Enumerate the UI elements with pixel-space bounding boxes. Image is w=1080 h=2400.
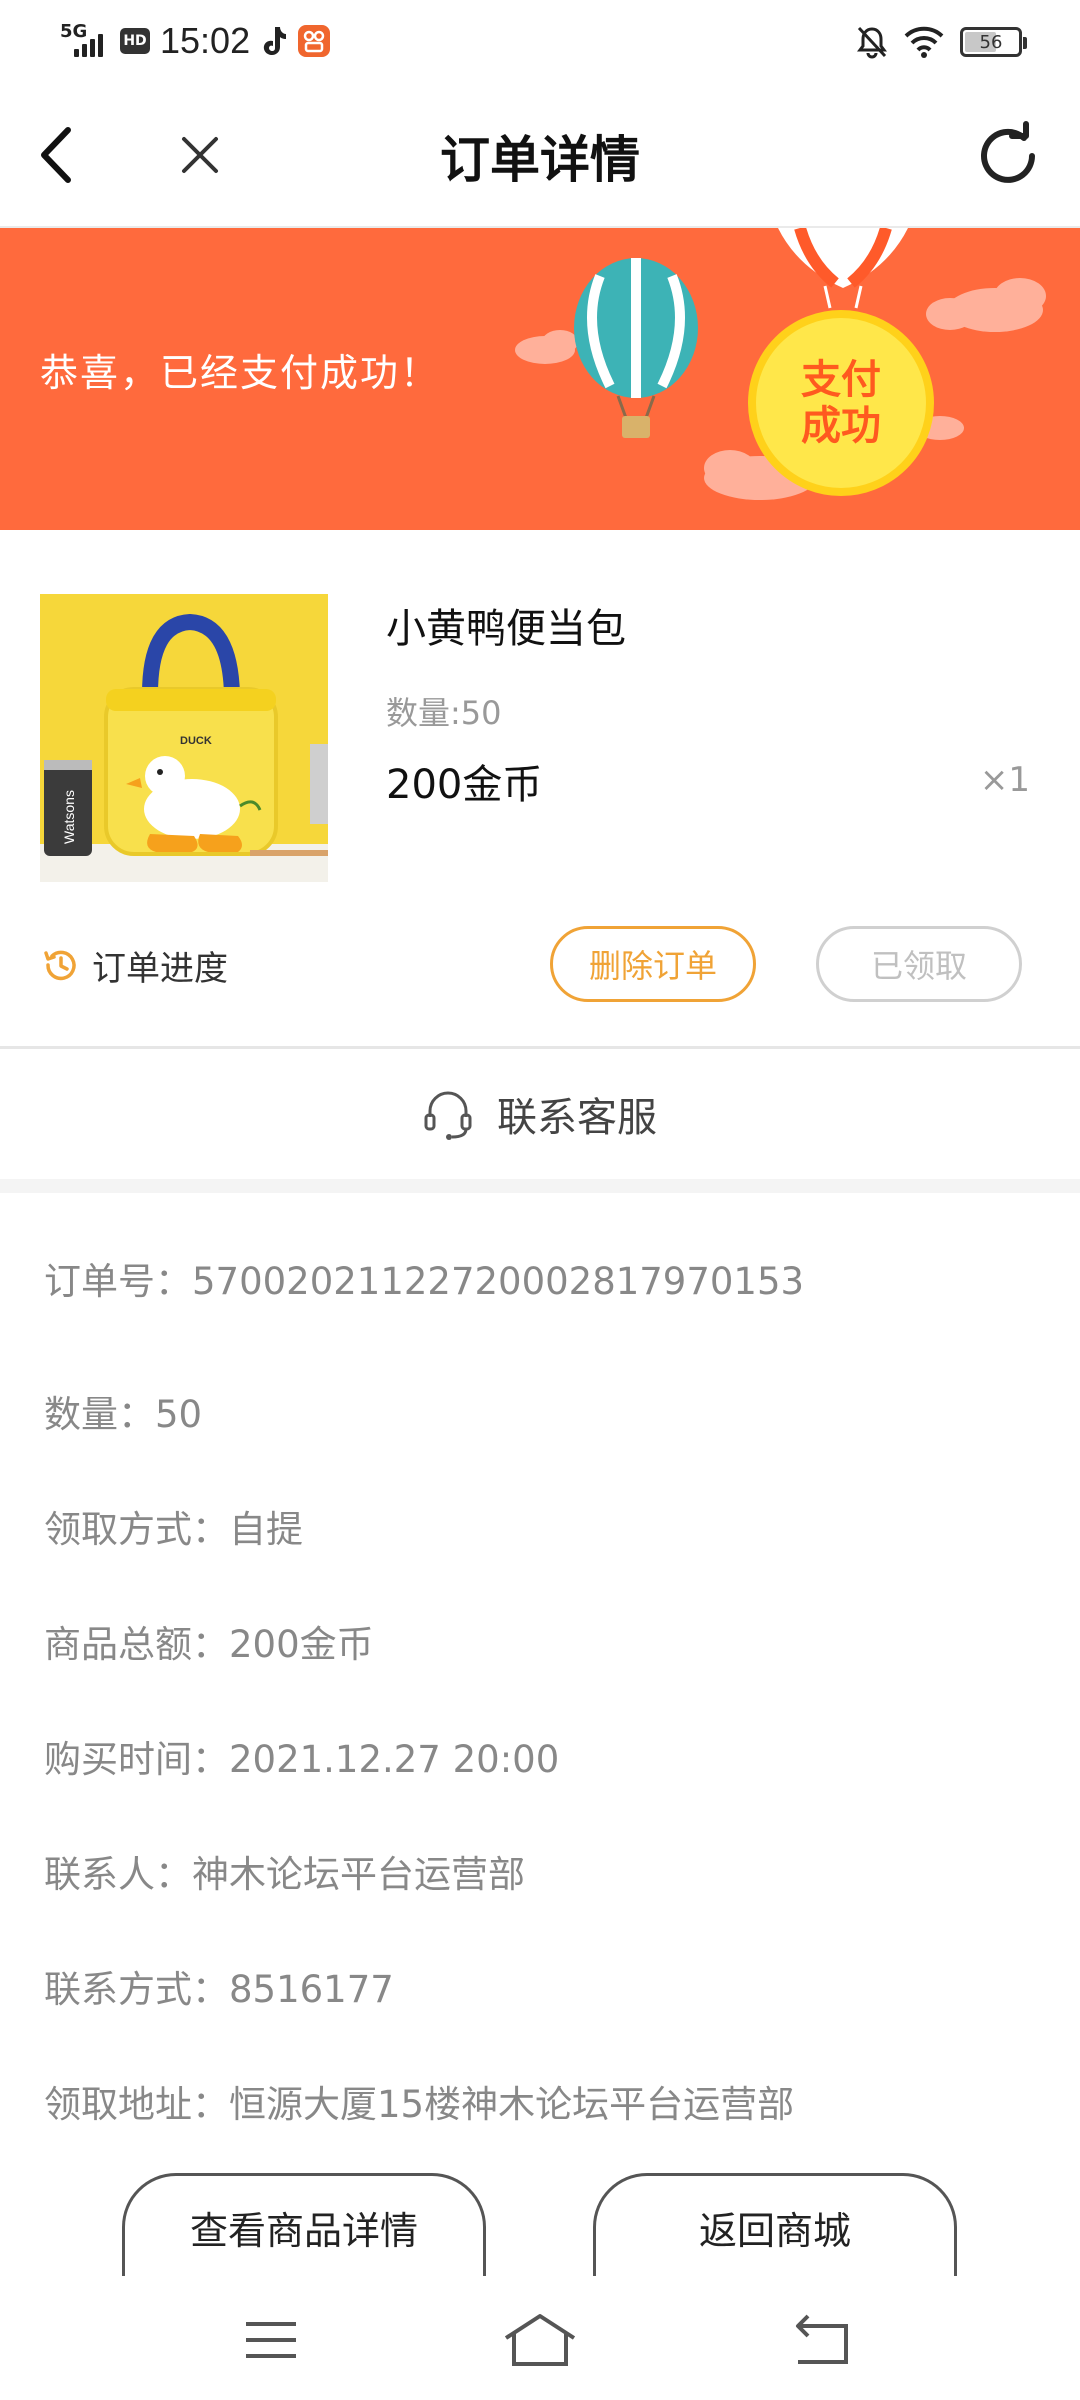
product-quantity: 数量:50 xyxy=(386,694,502,732)
delete-order-button[interactable]: 删除订单 xyxy=(550,926,756,1002)
pickup-method-row: 领取方式：自提 xyxy=(44,1507,303,1551)
received-status-button: 已领取 xyxy=(816,926,1022,1002)
refresh-icon[interactable] xyxy=(972,120,1044,192)
signal-icon: 5G xyxy=(60,21,110,61)
pickup-address-row: 领取地址：恒源大厦15楼神木论坛平台运营部 xyxy=(44,2082,795,2126)
battery-level: 56 xyxy=(979,31,1003,53)
status-left: 5G HD 15:02 xyxy=(60,18,331,64)
order-info-list: 订单号：57002021122720002817970153 数量：50 领取方… xyxy=(44,1193,1044,2158)
view-product-details-button[interactable]: 查看商品详情 xyxy=(122,2173,486,2279)
product-card: Watsons DUCK 小黄鸭便当包 数量:50 200金币 ×1 订单进度 … xyxy=(0,530,1080,1050)
hd-icon: HD xyxy=(120,28,150,54)
return-to-mall-button[interactable]: 返回商城 xyxy=(593,2173,957,2279)
mute-bell-icon xyxy=(857,26,887,59)
order-progress-label: 订单进度 xyxy=(92,948,228,989)
app-notification-icon xyxy=(298,25,331,57)
tiktok-icon xyxy=(263,27,287,55)
product-name[interactable]: 小黄鸭便当包 xyxy=(386,596,626,654)
product-image[interactable]: Watsons DUCK xyxy=(40,594,328,882)
order-number-row: 订单号：57002021122720002817970153 xyxy=(44,1260,805,1303)
total-amount-row: 商品总额：200金币 xyxy=(44,1622,374,1666)
status-time: 15:02 xyxy=(160,20,251,61)
headset-icon xyxy=(424,1091,472,1140)
badge-line-2: 成功 xyxy=(801,403,881,449)
payment-success-message: 恭喜，已经支付成功！ xyxy=(40,351,441,395)
contact-service-label: 联系客服 xyxy=(497,1095,657,1141)
contact-phone-row: 联系方式：8516177 xyxy=(44,1967,394,2011)
quantity-row: 数量：50 xyxy=(44,1392,203,1436)
badge-line-1: 支付 xyxy=(801,357,881,403)
battery-icon: 56 xyxy=(960,27,1027,57)
contact-service-button[interactable]: 联系客服 xyxy=(0,1049,1080,1179)
system-back-icon[interactable] xyxy=(794,2312,852,2366)
nav-bar: 订单详情 xyxy=(0,80,1080,228)
can-label: Watsons xyxy=(61,790,77,844)
home-icon[interactable] xyxy=(500,2312,580,2368)
order-progress-link[interactable]: 订单进度 xyxy=(40,940,228,990)
contact-person-row: 联系人：神木论坛平台运营部 xyxy=(44,1852,525,1896)
system-nav-bar xyxy=(0,2276,1080,2400)
bag-print-text: DUCK xyxy=(180,735,212,747)
network-type: 5G xyxy=(60,21,88,42)
product-multiplier: ×1 xyxy=(979,760,1030,800)
page-title: 订单详情 xyxy=(440,131,640,189)
menu-icon[interactable] xyxy=(244,2316,298,2364)
section-separator xyxy=(0,1179,1080,1193)
purchase-time-row: 购买时间：2021.12.27 20:00 xyxy=(44,1737,560,1781)
wifi-icon xyxy=(904,26,944,58)
status-right: 56 xyxy=(856,22,1027,62)
payment-success-badge: 支付 成功 xyxy=(748,310,934,496)
history-clock-icon xyxy=(44,950,76,981)
status-bar: 5G HD 15:02 56 xyxy=(0,0,1080,80)
payment-success-banner: 恭喜，已经支付成功！ 支付 成功 xyxy=(0,228,1080,530)
product-price: 200金币 xyxy=(386,762,543,808)
